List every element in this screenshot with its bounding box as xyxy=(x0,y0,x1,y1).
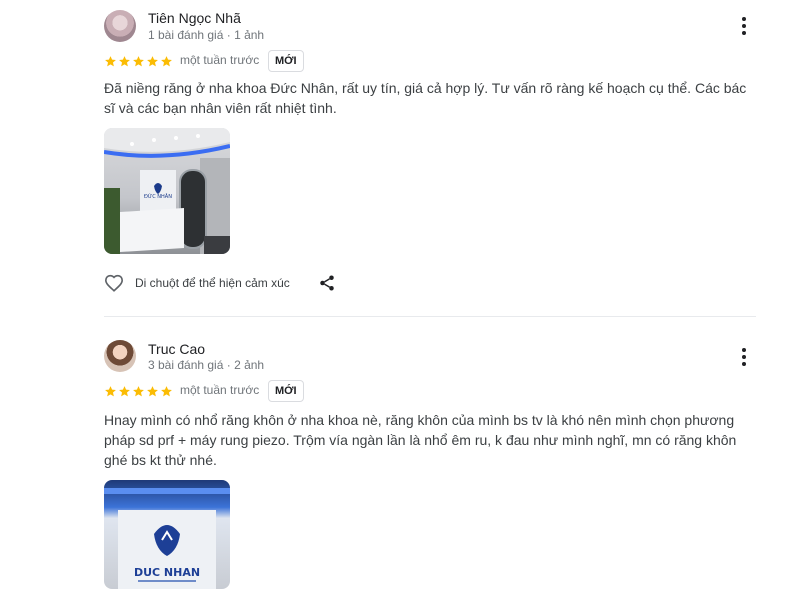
review-text: Hnay mình có nhổ răng khôn ở nha khoa nè… xyxy=(104,412,737,468)
share-icon[interactable] xyxy=(318,274,336,297)
review-photo[interactable]: ĐỨC NHÂN xyxy=(104,128,230,254)
star-rating xyxy=(104,55,173,68)
reaction-bar: Di chuột để thể hiện cảm xúc xyxy=(104,274,290,292)
new-badge: MỚI xyxy=(268,380,304,402)
photo-sign-text: DUC NHAN xyxy=(134,566,200,579)
review-time: một tuần trước xyxy=(180,383,260,397)
star-icon xyxy=(119,386,130,397)
heart-icon[interactable] xyxy=(104,274,124,292)
review-photo[interactable]: DUC NHAN xyxy=(104,480,230,589)
reviewer-meta: 1 bài đánh giá · 1 ảnh xyxy=(148,28,265,42)
star-icon xyxy=(105,56,116,67)
star-rating xyxy=(104,385,173,398)
reaction-label: Di chuột để thể hiện cảm xúc xyxy=(135,276,290,290)
avatar[interactable] xyxy=(104,340,136,372)
review-divider xyxy=(104,316,756,317)
reviewer-name[interactable]: Tiên Ngọc Nhã xyxy=(148,10,241,26)
star-icon xyxy=(161,386,172,397)
more-options-icon[interactable] xyxy=(732,14,756,38)
star-icon xyxy=(133,386,144,397)
reviewer-meta: 3 bài đánh giá · 2 ảnh xyxy=(148,358,265,372)
avatar[interactable] xyxy=(104,10,136,42)
more-options-icon[interactable] xyxy=(732,345,756,369)
star-icon xyxy=(133,56,144,67)
new-badge: MỚI xyxy=(268,50,304,72)
star-icon xyxy=(119,56,130,67)
review-text: Đã niềng răng ở nha khoa Đức Nhân, rất u… xyxy=(104,80,747,116)
star-icon xyxy=(105,386,116,397)
review-time: một tuần trước xyxy=(180,53,260,67)
star-icon xyxy=(147,386,158,397)
photo-sign-text: ĐỨC NHÂN xyxy=(144,193,172,200)
star-icon xyxy=(161,56,172,67)
reviewer-name[interactable]: Truc Cao xyxy=(148,341,205,357)
star-icon xyxy=(147,56,158,67)
